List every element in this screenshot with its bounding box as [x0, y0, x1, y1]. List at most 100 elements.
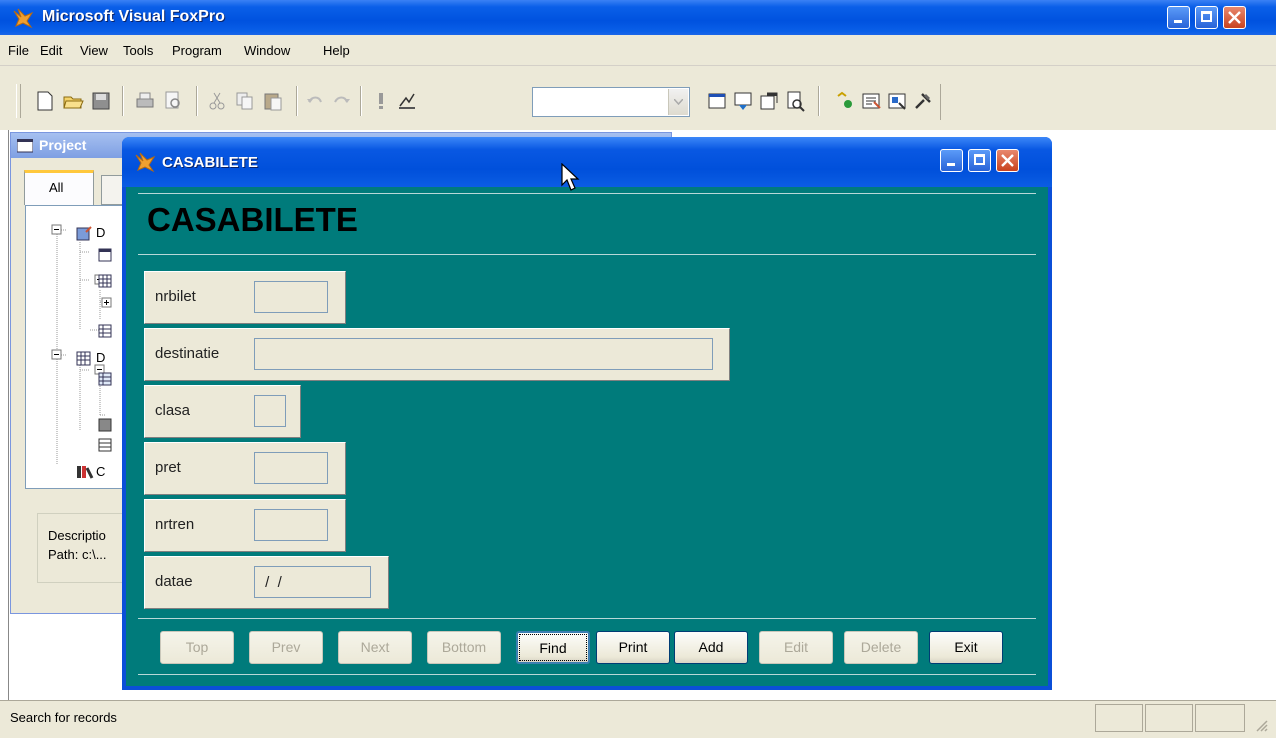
foxpro-logo-icon [13, 8, 34, 29]
toolbar-grip[interactable] [16, 84, 21, 118]
status-text: Search for records [10, 710, 117, 725]
mouse-cursor-icon [561, 163, 580, 191]
add-button[interactable]: Add [674, 631, 748, 664]
chevron-down-icon [674, 99, 683, 105]
database-icon [76, 226, 92, 241]
footer-divider [138, 618, 1036, 619]
form-close-button[interactable] [996, 149, 1019, 172]
menu-window[interactable]: Window [244, 43, 290, 58]
tab-all[interactable]: All [24, 170, 94, 205]
undo-icon[interactable] [304, 90, 326, 112]
copy-icon[interactable] [234, 90, 256, 112]
field-row-pret: pret [144, 442, 346, 495]
header-divider-bottom [138, 254, 1036, 255]
print-preview-icon[interactable] [162, 90, 184, 112]
nrtren-label: nrtren [155, 516, 195, 533]
edit-button[interactable]: Edit [759, 631, 833, 664]
close-icon [1001, 154, 1014, 167]
destinatie-label: destinatie [155, 345, 220, 362]
toolbar-separator [296, 86, 298, 116]
tree-item-databases[interactable]: D [96, 225, 105, 240]
header-divider [138, 193, 1036, 194]
maximize-button[interactable] [1195, 6, 1218, 29]
open-folder-icon[interactable] [62, 90, 84, 112]
table-icon [98, 372, 112, 386]
project-icon [17, 139, 33, 153]
pret-label: pret [155, 459, 181, 476]
save-icon[interactable] [90, 90, 112, 112]
toolbar-separator [360, 86, 362, 116]
print-icon[interactable] [134, 90, 156, 112]
nrbilet-input[interactable] [254, 281, 328, 313]
menu-edit[interactable]: Edit [40, 43, 62, 58]
field-row-clasa: clasa [144, 385, 301, 438]
field-row-destinatie: destinatie [144, 328, 730, 381]
menu-program[interactable]: Program [172, 43, 222, 58]
close-button[interactable] [1223, 6, 1246, 29]
tree-item-classes[interactable]: C [96, 464, 105, 479]
footer-divider-bottom [138, 674, 1036, 675]
nrtren-input[interactable] [254, 509, 328, 541]
toolbar-separator [122, 86, 124, 116]
table-icon [98, 274, 112, 288]
pret-input[interactable] [254, 452, 328, 484]
field-row-nrbilet: nrbilet [144, 271, 346, 324]
clasa-input[interactable] [254, 395, 286, 427]
paste-icon[interactable] [262, 90, 284, 112]
tools-icon[interactable] [912, 90, 934, 112]
field-row-nrtren: nrtren [144, 499, 346, 552]
menu-bar: File Edit View Tools Program Window Help [0, 35, 1276, 66]
form-window-title: CASABILETE [162, 154, 258, 171]
bottom-button[interactable]: Bottom [427, 631, 501, 664]
tab-all-label: All [49, 180, 64, 195]
code-window-icon[interactable] [784, 90, 806, 112]
form-wizard-icon[interactable] [834, 90, 856, 112]
print-button[interactable]: Print [596, 631, 670, 664]
redo-icon[interactable] [330, 90, 352, 112]
status-bar: Search for records [0, 700, 1276, 738]
data-session-icon[interactable] [732, 90, 754, 112]
properties-window-icon[interactable] [758, 90, 780, 112]
menu-view[interactable]: View [80, 43, 108, 58]
delete-button[interactable]: Delete [844, 631, 918, 664]
next-button[interactable]: Next [338, 631, 412, 664]
form-title-bar[interactable]: CASABILETE [122, 137, 1052, 187]
nrbilet-label: nrbilet [155, 288, 196, 305]
field-row-datae: datae [144, 556, 389, 609]
clasa-label: clasa [155, 402, 191, 419]
description-label: Descriptio [48, 528, 106, 543]
status-cell [1145, 704, 1193, 732]
database-combo[interactable] [532, 87, 690, 117]
form-icon [98, 248, 112, 262]
menu-help[interactable]: Help [323, 43, 350, 58]
close-icon [1228, 11, 1241, 24]
app-title-bar: Microsoft Visual FoxPro [0, 0, 1276, 35]
find-button[interactable]: Find [516, 631, 590, 664]
prev-button[interactable]: Prev [249, 631, 323, 664]
report-wizard-icon[interactable] [860, 90, 882, 112]
top-button[interactable]: Top [160, 631, 234, 664]
run-icon[interactable] [370, 90, 392, 112]
tree-item-documents[interactable]: D [96, 350, 105, 365]
status-cell [1195, 704, 1245, 732]
cut-icon[interactable] [206, 90, 228, 112]
new-file-icon[interactable] [34, 90, 56, 112]
app-title: Microsoft Visual FoxPro [42, 8, 225, 25]
datae-input[interactable] [254, 566, 371, 598]
command-window-icon[interactable] [706, 90, 728, 112]
form-maximize-button[interactable] [968, 149, 991, 172]
resize-grip-icon[interactable] [1254, 718, 1268, 732]
query-designer-icon[interactable] [886, 90, 908, 112]
datae-label: datae [155, 573, 193, 590]
destinatie-input[interactable] [254, 338, 713, 370]
combo-dropdown-button[interactable] [668, 89, 688, 115]
view-icon [98, 324, 112, 338]
menu-file[interactable]: File [8, 43, 29, 58]
foxpro-logo-icon [135, 152, 156, 173]
minimize-button[interactable] [1167, 6, 1190, 29]
report-icon [98, 418, 112, 432]
exit-button[interactable]: Exit [929, 631, 1003, 664]
form-minimize-button[interactable] [940, 149, 963, 172]
modify-form-icon[interactable] [396, 90, 418, 112]
menu-tools[interactable]: Tools [123, 43, 153, 58]
